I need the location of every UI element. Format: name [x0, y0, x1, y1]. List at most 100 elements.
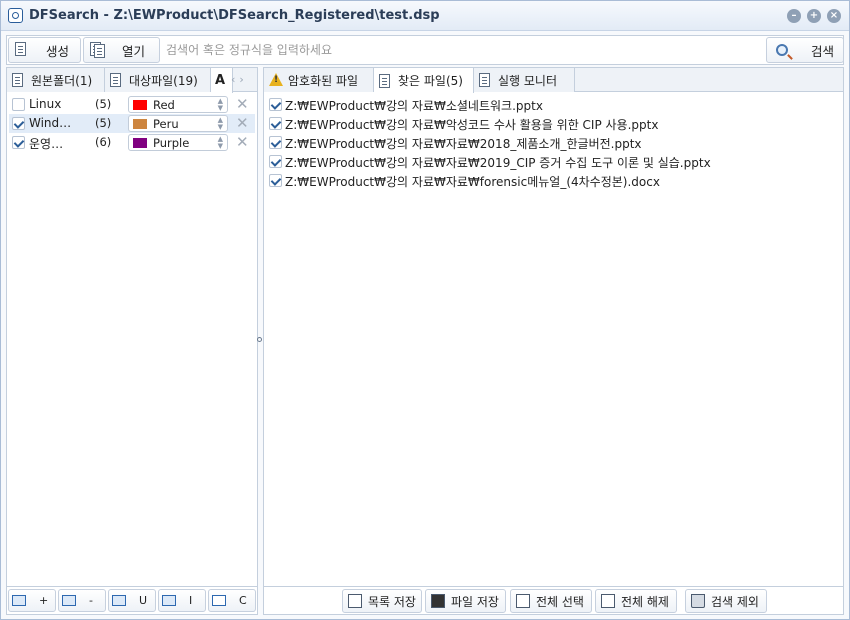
- search-input[interactable]: [163, 38, 763, 62]
- os-checkbox[interactable]: [12, 136, 25, 149]
- tab-found-label: 찾은 파일(5): [398, 74, 463, 88]
- file-path: Z:₩EWProduct₩강의 자료₩자료₩2019_CIP 증거 수집 도구 …: [285, 156, 711, 170]
- minimize-button[interactable]: –: [787, 9, 801, 23]
- window-title: DFSearch - Z:\EWProduct\DFSearch_Registe…: [29, 8, 440, 23]
- color-select[interactable]: Red ▲ ▼: [128, 96, 228, 113]
- left-bottom-bar: + - U I C: [7, 586, 257, 614]
- close-button[interactable]: ×: [827, 9, 841, 23]
- os-checkbox[interactable]: [12, 98, 25, 111]
- left-pane: 원본폴더(1) 대상파일(19) A ‹› Linux (5) Red ▲ ▼ ✕: [6, 67, 258, 615]
- toolbar: 생성 열기 검색: [6, 35, 844, 65]
- save-file-label: 파일 저장: [451, 594, 499, 609]
- monitor-search-icon: [479, 73, 491, 87]
- title-bar: DFSearch - Z:\EWProduct\DFSearch_Registe…: [1, 1, 849, 31]
- tab-source-folder-label: 원본폴더(1): [31, 73, 93, 88]
- file-row[interactable]: Z:₩EWProduct₩강의 자료₩자료₩forensic메뉴얼_(4차수정본…: [266, 171, 826, 190]
- os-name: Wind…: [29, 116, 72, 130]
- c-button[interactable]: C: [208, 589, 256, 612]
- tab-found-files[interactable]: 찾은 파일(5): [374, 68, 474, 93]
- tab-scroll-arrows-icon[interactable]: ‹›: [231, 73, 248, 86]
- remove-folder-icon: [62, 595, 76, 606]
- tab-run-monitor[interactable]: 실행 모니터: [474, 68, 575, 92]
- open-label: 열기: [122, 43, 146, 59]
- os-row-linux[interactable]: Linux (5) Red ▲ ▼ ✕: [9, 95, 255, 114]
- file-checkbox[interactable]: [269, 117, 282, 130]
- select-all-button[interactable]: 전체 선택: [510, 589, 592, 613]
- search-button[interactable]: 검색: [766, 37, 844, 63]
- file-row[interactable]: Z:₩EWProduct₩강의 자료₩소셜네트워크.pptx: [266, 95, 826, 114]
- new-document-icon: [15, 42, 29, 58]
- spinner-icon[interactable]: ▲ ▼: [218, 98, 223, 112]
- delete-icon[interactable]: ✕: [236, 95, 249, 113]
- notebook-icon: [348, 594, 362, 608]
- deselect-all-button[interactable]: 전체 해제: [595, 589, 677, 613]
- color-name: Purple: [153, 136, 190, 150]
- file-checkbox[interactable]: [269, 136, 282, 149]
- remove-label: -: [89, 594, 93, 607]
- tab-target-files[interactable]: 대상파일(19): [105, 68, 211, 92]
- list-icon: [379, 73, 391, 88]
- color-select[interactable]: Purple ▲ ▼: [128, 134, 228, 151]
- file-row[interactable]: Z:₩EWProduct₩강의 자료₩악성코드 수사 활용을 위한 CIP 사용…: [266, 114, 826, 133]
- right-pane: 암호화된 파일 찾은 파일(5) 실행 모니터 Z:₩EWProduct₩강의 …: [263, 67, 844, 615]
- edit-check-icon: [516, 594, 530, 608]
- trash-icon: [691, 594, 705, 608]
- save-list-button[interactable]: 목록 저장: [342, 589, 422, 613]
- add-folder-button[interactable]: +: [8, 589, 56, 612]
- exclude-search-label: 검색 제외: [711, 594, 759, 609]
- file-checkbox[interactable]: [269, 174, 282, 187]
- save-icon: [431, 594, 445, 608]
- spinner-icon[interactable]: ▲ ▼: [218, 117, 223, 131]
- tab-font[interactable]: A: [211, 68, 233, 93]
- document-icon: [12, 73, 24, 87]
- tab-source-folder[interactable]: 원본폴더(1): [7, 68, 105, 92]
- delete-icon[interactable]: ✕: [236, 114, 249, 132]
- open-document-icon: [90, 42, 105, 58]
- save-list-label: 목록 저장: [368, 594, 416, 609]
- file-checkbox[interactable]: [269, 98, 282, 111]
- open-button[interactable]: 열기: [83, 37, 160, 63]
- color-name: Red: [153, 98, 175, 112]
- os-name: 운영…: [29, 137, 64, 151]
- tab-encrypted-label: 암호화된 파일: [288, 73, 359, 88]
- search-label: 검색: [811, 43, 835, 59]
- u-button[interactable]: U: [108, 589, 156, 612]
- i-button[interactable]: I: [158, 589, 206, 612]
- file-row[interactable]: Z:₩EWProduct₩강의 자료₩자료₩2019_CIP 증거 수집 도구 …: [266, 152, 826, 171]
- remove-folder-button[interactable]: -: [58, 589, 106, 612]
- os-row-other[interactable]: 운영… (6) Purple ▲ ▼ ✕: [9, 133, 255, 152]
- spinner-icon[interactable]: ▲ ▼: [218, 136, 223, 150]
- deselect-all-label: 전체 해제: [621, 594, 669, 609]
- color-name: Peru: [153, 117, 179, 131]
- file-path: Z:₩EWProduct₩강의 자료₩소셜네트워크.pptx: [285, 99, 543, 113]
- file-row[interactable]: Z:₩EWProduct₩강의 자료₩자료₩2018_제품소개_한글버전.ppt…: [266, 133, 826, 152]
- color-swatch: [133, 100, 147, 110]
- os-row-windows[interactable]: Wind… (5) Peru ▲ ▼ ✕: [9, 114, 255, 133]
- search-icon: [773, 42, 788, 58]
- tab-encrypted-files[interactable]: 암호화된 파일: [264, 68, 374, 92]
- font-icon: A: [215, 73, 226, 88]
- tab-target-files-label: 대상파일(19): [129, 73, 198, 88]
- os-count: (5): [95, 97, 112, 111]
- splitter-handle-icon[interactable]: [257, 337, 262, 342]
- u-label: U: [139, 594, 148, 607]
- file-path: Z:₩EWProduct₩강의 자료₩자료₩2018_제품소개_한글버전.ppt…: [285, 137, 642, 151]
- delete-icon[interactable]: ✕: [236, 133, 249, 151]
- file-checkbox[interactable]: [269, 155, 282, 168]
- add-label: +: [39, 594, 49, 607]
- create-button[interactable]: 생성: [8, 37, 81, 63]
- list-icon: [110, 73, 122, 87]
- file-path: Z:₩EWProduct₩강의 자료₩자료₩forensic메뉴얼_(4차수정본…: [285, 175, 660, 189]
- update-icon: [112, 595, 126, 606]
- os-checkbox[interactable]: [12, 117, 25, 130]
- i-label: I: [189, 594, 193, 607]
- tab-monitor-label: 실행 모니터: [498, 73, 558, 88]
- maximize-button[interactable]: +: [807, 9, 821, 23]
- color-select[interactable]: Peru ▲ ▼: [128, 115, 228, 132]
- window-icon: [212, 595, 226, 606]
- save-file-button[interactable]: 파일 저장: [425, 589, 506, 613]
- exclude-search-button[interactable]: 검색 제외: [685, 589, 767, 613]
- copy-icon: [601, 594, 615, 608]
- file-path: Z:₩EWProduct₩강의 자료₩악성코드 수사 활용을 위한 CIP 사용…: [285, 118, 659, 132]
- select-all-label: 전체 선택: [536, 594, 584, 609]
